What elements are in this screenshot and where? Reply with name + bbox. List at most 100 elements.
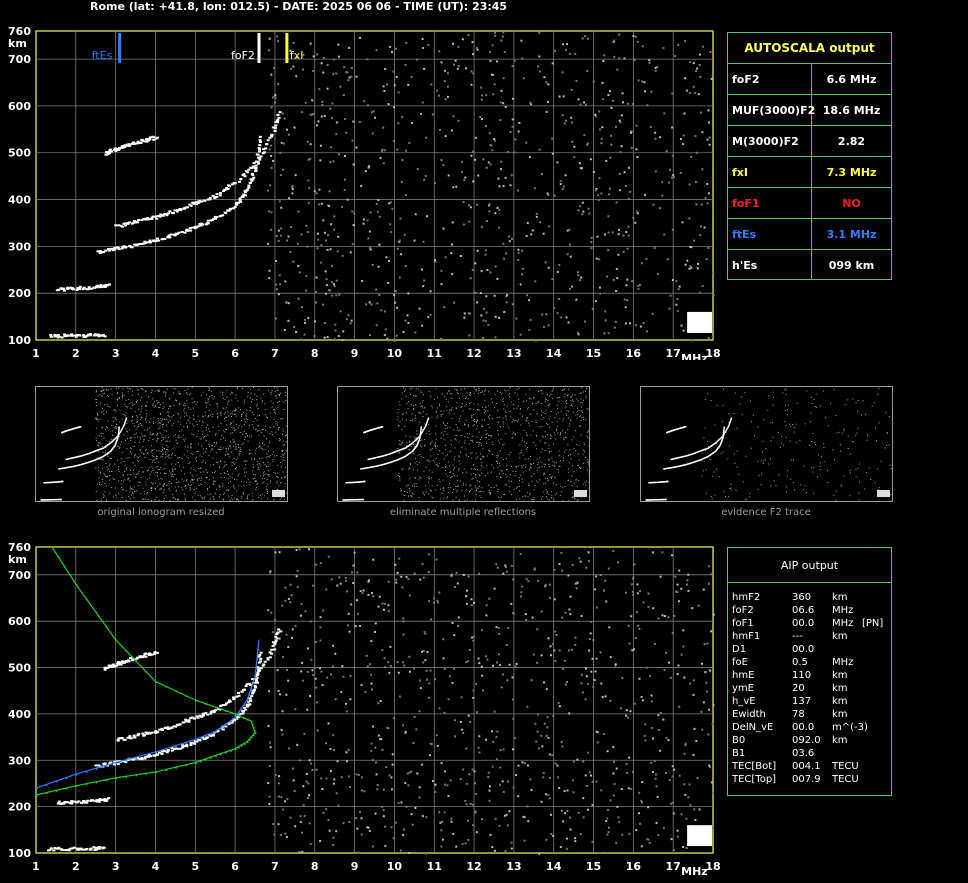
mini-speckle bbox=[421, 405, 423, 407]
mini-speckle bbox=[267, 455, 269, 457]
mini-speckle bbox=[98, 445, 100, 447]
mini-speckle bbox=[419, 461, 421, 463]
noise-speckle bbox=[604, 233, 607, 236]
mini-speckle bbox=[153, 417, 155, 419]
mini-speckle bbox=[266, 490, 268, 492]
noise-speckle bbox=[287, 319, 290, 322]
mini-speckle bbox=[186, 393, 188, 395]
mini-speckle bbox=[224, 464, 226, 466]
mini-speckle bbox=[175, 489, 177, 491]
mini-speckle bbox=[108, 389, 110, 391]
mini-speckle bbox=[255, 449, 257, 451]
noise-speckle bbox=[279, 283, 282, 286]
noise-speckle bbox=[375, 49, 378, 52]
mini-speckle bbox=[525, 393, 527, 395]
mini-speckle bbox=[247, 478, 249, 480]
mini-speckle bbox=[266, 488, 268, 490]
mini-speckle bbox=[212, 457, 214, 459]
mini-speckle bbox=[516, 407, 518, 409]
noise-speckle bbox=[323, 336, 326, 339]
mini-speckle bbox=[231, 432, 233, 434]
mini-speckle bbox=[205, 426, 207, 428]
noise-speckle bbox=[307, 316, 310, 319]
mini-speckle bbox=[167, 450, 169, 452]
mini-speckle bbox=[464, 405, 466, 407]
mini-speckle bbox=[749, 492, 751, 494]
mini-speckle bbox=[173, 435, 175, 437]
mini-speckle bbox=[518, 398, 520, 400]
mini-speckle bbox=[471, 478, 473, 480]
trace-point bbox=[114, 224, 118, 227]
noise-speckle bbox=[369, 211, 372, 214]
noise-speckle bbox=[268, 795, 271, 798]
mini-speckle bbox=[412, 469, 414, 471]
mini-speckle bbox=[116, 399, 118, 401]
mini-speckle bbox=[278, 437, 280, 439]
noise-speckle bbox=[547, 324, 550, 327]
mini-speckle bbox=[282, 428, 284, 430]
noise-speckle bbox=[573, 156, 576, 159]
mini-speckle bbox=[558, 397, 560, 399]
mini-speckle bbox=[784, 389, 786, 391]
noise-speckle bbox=[494, 212, 497, 215]
mini-speckle bbox=[582, 462, 584, 464]
mini-speckle bbox=[160, 467, 162, 469]
mini-speckle bbox=[121, 394, 123, 396]
trace-point bbox=[233, 206, 237, 209]
mini-speckle bbox=[102, 459, 104, 461]
noise-speckle bbox=[668, 168, 671, 171]
noise-speckle bbox=[615, 201, 618, 204]
mini-speckle bbox=[201, 497, 203, 499]
mini-speckle bbox=[222, 498, 224, 500]
mini-speckle bbox=[253, 387, 255, 389]
mini-speckle bbox=[135, 428, 137, 430]
mini-speckle bbox=[256, 399, 258, 401]
mini-speckle bbox=[209, 464, 211, 466]
noise-speckle bbox=[609, 187, 612, 190]
trace-point bbox=[130, 246, 134, 249]
mini-speckle bbox=[220, 422, 222, 424]
mini-speckle bbox=[449, 426, 451, 428]
noise-speckle bbox=[693, 239, 696, 242]
noise-speckle bbox=[599, 651, 602, 654]
mini-speckle bbox=[484, 399, 486, 401]
x-tick-label: 16 bbox=[626, 347, 642, 360]
mini-speckle bbox=[500, 426, 502, 428]
mini-speckle bbox=[224, 472, 226, 474]
mini-speckle bbox=[492, 402, 494, 404]
mini-speckle bbox=[769, 422, 771, 424]
mini-trace bbox=[723, 429, 725, 432]
noise-speckle bbox=[443, 80, 446, 83]
mini-speckle bbox=[785, 388, 787, 390]
noise-speckle bbox=[272, 96, 275, 99]
noise-speckle bbox=[544, 793, 547, 796]
noise-speckle bbox=[360, 185, 363, 188]
mini-speckle bbox=[243, 481, 245, 483]
noise-speckle bbox=[414, 213, 417, 216]
mini-speckle bbox=[443, 458, 445, 460]
mini-speckle bbox=[279, 440, 281, 442]
mini-speckle bbox=[498, 455, 500, 457]
mini-speckle bbox=[208, 455, 210, 457]
mini-speckle bbox=[144, 456, 146, 458]
mini-speckle bbox=[95, 391, 97, 393]
mini-speckle bbox=[230, 393, 232, 395]
mini-speckle bbox=[813, 466, 815, 468]
mini-trace bbox=[119, 431, 121, 433]
noise-speckle bbox=[285, 301, 288, 304]
noise-speckle bbox=[463, 223, 466, 226]
noise-speckle bbox=[659, 749, 662, 752]
noise-speckle bbox=[333, 228, 336, 231]
trace-point bbox=[276, 113, 280, 116]
noise-speckle bbox=[539, 221, 542, 224]
noise-speckle bbox=[511, 125, 514, 128]
mini-speckle bbox=[535, 419, 537, 421]
trace-point bbox=[208, 196, 212, 199]
mini-speckle bbox=[569, 449, 571, 451]
plot-frame bbox=[35, 30, 714, 341]
mini-speckle bbox=[278, 395, 280, 397]
mini-speckle bbox=[97, 414, 99, 416]
noise-speckle bbox=[610, 143, 613, 146]
mini-speckle bbox=[276, 424, 278, 426]
mini-speckle bbox=[479, 469, 481, 471]
